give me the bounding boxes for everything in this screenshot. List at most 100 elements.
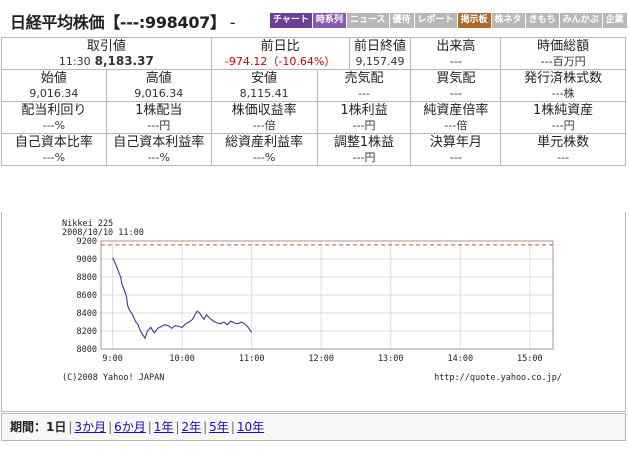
period-label: 期間：: [10, 420, 47, 434]
x-tick-label: 11:00: [239, 354, 265, 364]
period-link-1[interactable]: 6か月: [114, 420, 146, 434]
trade-time: 11:30: [58, 55, 91, 68]
change-value: -974.12（-10.64%）: [224, 55, 336, 68]
roe-label: 自己資本利益率: [113, 135, 205, 150]
trade-price-label: 取引値: [86, 39, 126, 54]
y-tick-label: 9200: [77, 237, 97, 247]
prev-close-value: 9,157.49: [355, 55, 405, 68]
eps-value: ---円: [352, 119, 376, 132]
bid-cell: 買気配 ---: [410, 69, 502, 102]
stock-title: 日経平均株価【---:998407】 -: [10, 9, 236, 33]
dividend-per-share-value: ---円: [147, 119, 171, 132]
period-divider: |: [108, 420, 113, 434]
market-cap-label: 時価総額: [537, 39, 590, 54]
volume-label: 出来高: [436, 39, 476, 54]
period-divider: |: [68, 420, 73, 434]
tab-1[interactable]: 時系列: [312, 13, 346, 28]
high-label: 高値: [145, 71, 172, 86]
shares-outstanding-cell: 発行済株式数 ---株: [500, 69, 626, 102]
tab-8[interactable]: みんかぶ: [559, 13, 602, 28]
dividend-per-share-cell: 1株配当 ---円: [105, 101, 212, 134]
bps-label: 1株純資産: [533, 103, 594, 118]
tab-0[interactable]: チャート: [270, 13, 312, 28]
ask-label: 売気配: [344, 71, 384, 86]
per-value: ---倍: [252, 119, 276, 132]
stats-row-1: 取引値 11:30 8,183.37 前日比 -974.12（-10.64%） 前…: [1, 37, 626, 70]
period-divider: |: [230, 420, 235, 434]
ask-value: ---: [358, 87, 370, 100]
stock-name: 日経平均株価【---:998407】: [10, 13, 226, 32]
quote-tabs: チャート 時系列 ニュース 優待 レポート 掲示板 株ネタ きもち みんかぶ 企業: [270, 13, 627, 28]
period-divider: |: [175, 420, 180, 434]
tab-2[interactable]: ニュース: [346, 13, 389, 28]
chart-source-url: http://quote.yahoo.co.jp/: [434, 373, 562, 383]
open-cell: 始値 9,016.34: [1, 69, 107, 102]
unit-shares-label: 単元株数: [537, 135, 590, 150]
period-link-5[interactable]: 10年: [237, 420, 264, 434]
unit-shares-value: ---: [557, 151, 570, 164]
trade-price: 8,183.37: [94, 54, 154, 68]
low-value: 8,115.41: [239, 87, 289, 100]
roa-cell: 総資産利益率 ---%: [210, 133, 318, 166]
pbr-cell: 純資産倍率 ---倍: [410, 101, 502, 134]
roe-cell: 自己資本利益率 ---%: [105, 133, 212, 166]
chart-svg: Nikkei 2252008/10/10 11:0092009000880086…: [62, 219, 562, 383]
market-cap-value: ---百万円: [540, 55, 586, 68]
period-link-0[interactable]: 3か月: [74, 420, 106, 434]
equity-ratio-label: 自己資本比率: [14, 135, 93, 150]
dividend-yield-label: 配当利回り: [21, 103, 87, 118]
x-tick-label: 10:00: [169, 354, 195, 364]
tab-3[interactable]: 優待: [389, 13, 414, 28]
bps-cell: 1株純資産 ---円: [500, 101, 626, 134]
period-link-3[interactable]: 2年: [181, 420, 201, 434]
period-link-4[interactable]: 5年: [209, 420, 229, 434]
tab-5[interactable]: 掲示板: [457, 13, 491, 28]
y-tick-label: 9000: [77, 255, 97, 265]
shares-outstanding-value: ---株: [551, 87, 575, 100]
stats-table: 取引値 11:30 8,183.37 前日比 -974.12（-10.64%） 前…: [1, 37, 626, 166]
title-separator: -: [229, 13, 236, 32]
stats-row-3: 配当利回り ---% 1株配当 ---円 株価収益率 ---倍 1株利益 ---円 純資…: [1, 101, 626, 134]
open-value: 9,016.34: [29, 87, 79, 100]
equity-ratio-cell: 自己資本比率 ---%: [1, 133, 107, 166]
volume-cell: 出来高 ---: [410, 37, 502, 70]
stats-row-2: 始値 9,016.34 高値 9,016.34 安値 8,115.41 売気配 --- …: [1, 69, 626, 102]
period-divider: |: [203, 420, 208, 434]
y-tick-label: 8400: [77, 309, 97, 319]
per-cell: 株価収益率 ---倍: [210, 101, 318, 134]
low-cell: 安値 8,115.41: [210, 69, 318, 102]
pbr-value: ---倍: [444, 119, 468, 132]
adjusted-eps-label: 調整1株益: [333, 135, 395, 150]
tab-6[interactable]: 株ネタ: [491, 13, 525, 28]
tab-9[interactable]: 企業: [602, 13, 627, 28]
intraday-chart: Nikkei 225 2008/10/10 11:00 9200 9000 8800 86…: [1, 212, 626, 412]
fiscal-period-cell: 決算年月 ---: [410, 133, 502, 166]
pbr-label: 純資産倍率: [423, 103, 489, 118]
high-value: 9,016.34: [134, 87, 184, 100]
trade-price-cell: 取引値 11:30 8,183.37: [1, 37, 212, 70]
fiscal-period-label: 決算年月: [429, 135, 482, 150]
eps-label: 1株利益: [340, 103, 388, 118]
trade-price-value: 11:30 8,183.37: [2, 54, 211, 69]
dividend-yield-value: ---%: [42, 119, 66, 132]
change-label: 前日比: [260, 39, 300, 54]
adjusted-eps-value: ---円: [352, 151, 376, 164]
period-link-2[interactable]: 1年: [154, 420, 174, 434]
x-tick-label: 13:00: [378, 354, 404, 364]
y-tick-label: 8600: [77, 291, 97, 301]
shares-outstanding-label: 発行済株式数: [524, 71, 603, 86]
period-selector: 期間：1日 | 3か月 | 6か月 | 1年 | 2年 | 5年 | 10年: [1, 413, 626, 441]
x-tick-label: 9:00: [102, 354, 122, 364]
period-divider: |: [147, 420, 152, 434]
stock-quote-page: 日経平均株価【---:998407】 - チャート 時系列 ニュース 優待 レポート 掲示板…: [0, 0, 629, 451]
high-cell: 高値 9,016.34: [105, 69, 212, 102]
fiscal-period-value: ---: [449, 151, 462, 164]
period-links: | 3か月 | 6か月 | 1年 | 2年 | 5年 | 10年: [66, 420, 264, 434]
roe-value: ---%: [147, 151, 170, 164]
tab-4[interactable]: レポート: [414, 13, 457, 28]
volume-value: ---: [449, 55, 462, 68]
roa-value: ---%: [252, 151, 276, 164]
quote-header: 日経平均株価【---:998407】 - チャート 時系列 ニュース 優待 レポート 掲示板…: [0, 0, 629, 36]
bid-value: ---: [449, 87, 462, 100]
tab-7[interactable]: きもち: [525, 13, 559, 28]
